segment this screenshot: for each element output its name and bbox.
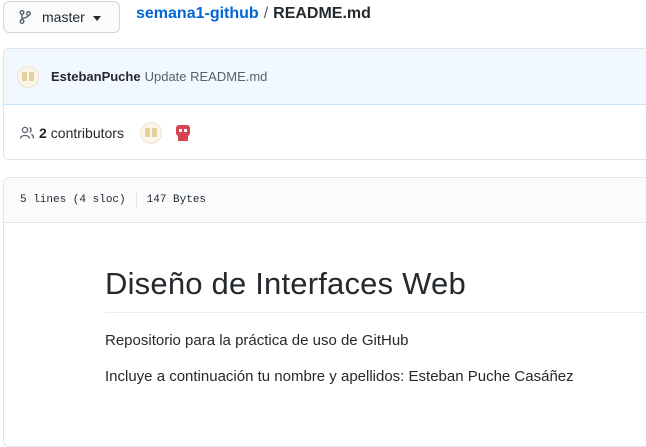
breadcrumb-separator: /	[263, 5, 269, 22]
latest-commit-box: EstebanPuche Update README.md 2 contribu…	[3, 48, 646, 160]
contributors-label[interactable]: contributors	[51, 125, 124, 141]
file-size: 147 Bytes	[146, 194, 207, 206]
file-viewer: 5 lines (4 sloc) 147 Bytes Diseño de Int…	[3, 177, 646, 447]
chevron-down-icon	[92, 15, 101, 21]
file-info-bar: 5 lines (4 sloc) 147 Bytes	[4, 178, 646, 223]
breadcrumb-repo-link[interactable]: semana1-github	[136, 5, 259, 22]
author-avatar[interactable]	[17, 65, 39, 88]
commit-author-link[interactable]: EstebanPuche	[51, 69, 141, 84]
readme-content: Diseño de Interfaces Web Repositorio par…	[105, 266, 646, 385]
breadcrumb-file: README.md	[273, 5, 371, 22]
breadcrumb: semana1-github / README.md	[136, 5, 371, 23]
readme-paragraph: Repositorio para la práctica de uso de G…	[105, 332, 409, 349]
file-line-count: 5 lines (4 sloc)	[20, 194, 126, 206]
commit-message-link[interactable]: Update README.md	[145, 69, 268, 84]
branch-label: master	[42, 9, 85, 25]
branch-select-button[interactable]: master	[3, 1, 120, 33]
file-info-divider	[135, 191, 137, 209]
contributor-avatar[interactable]	[139, 122, 162, 144]
contributor-avatar[interactable]	[171, 122, 194, 144]
readme-heading: Diseño de Interfaces Web	[105, 266, 646, 313]
latest-commit-row: EstebanPuche Update README.md	[4, 49, 646, 105]
contributor-avatars	[139, 122, 194, 144]
people-icon	[19, 125, 35, 141]
contributors-row: 2 contributors	[4, 105, 646, 159]
git-branch-icon	[17, 9, 33, 25]
readme-paragraph: Incluye a continuación tu nombre y apell…	[105, 368, 574, 385]
contributors-count[interactable]: 2	[39, 125, 47, 141]
